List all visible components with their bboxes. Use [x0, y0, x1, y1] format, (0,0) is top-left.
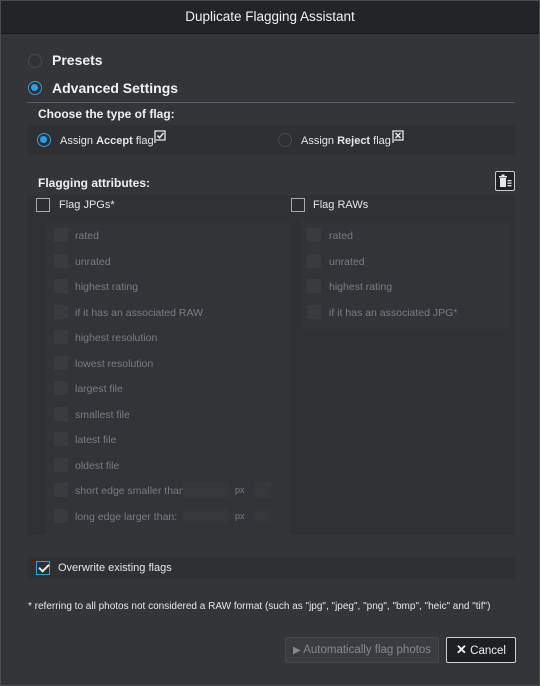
- jpg-options-column: rated unrated highest rating if it has a…: [47, 219, 289, 535]
- jpg-short-edge-label: short edge smaller than:: [75, 485, 188, 497]
- presets-label[interactable]: Presets: [52, 52, 103, 68]
- presets-radio[interactable]: [28, 54, 42, 68]
- jpg-unrated-checkbox[interactable]: [54, 254, 68, 268]
- jpg-associated-raw-checkbox[interactable]: [54, 305, 68, 319]
- accept-flag-label[interactable]: Assign Accept flag: [60, 135, 154, 147]
- advanced-settings-radio[interactable]: [28, 81, 42, 95]
- clear-attributes-button[interactable]: [495, 171, 515, 191]
- reject-flag-label[interactable]: Assign Reject flag: [301, 135, 391, 147]
- jpg-long-edge-label: long edge larger than:: [75, 511, 178, 523]
- flag-type-heading: Choose the type of flag:: [38, 107, 175, 121]
- jpg-oldest-file-checkbox[interactable]: [54, 458, 68, 472]
- reject-flag-icon: [392, 130, 404, 143]
- cancel-label: Cancel: [470, 645, 506, 657]
- raw-rated-checkbox[interactable]: [307, 228, 321, 242]
- play-icon: ▶: [292, 645, 301, 656]
- auto-flag-button[interactable]: ▶ Automatically flag photos: [285, 637, 439, 663]
- reject-flag-radio[interactable]: [278, 133, 292, 147]
- overwrite-row: Overwrite existing flags: [27, 557, 515, 579]
- accept-flag-radio[interactable]: [37, 133, 51, 147]
- jpg-smallest-file-checkbox[interactable]: [54, 407, 68, 421]
- raw-options-column: rated unrated highest rating if it has a…: [301, 219, 511, 329]
- short-edge-stepper[interactable]: [255, 482, 271, 498]
- short-edge-unit: px: [235, 485, 245, 495]
- trash-list-icon: [499, 174, 512, 187]
- jpg-lowest-resolution-label: lowest resolution: [75, 358, 154, 370]
- long-edge-unit: px: [235, 511, 245, 521]
- jpg-largest-file-label: largest file: [75, 383, 123, 395]
- jpg-latest-file-checkbox[interactable]: [54, 432, 68, 446]
- jpg-rated-checkbox[interactable]: [54, 228, 68, 242]
- long-edge-stepper[interactable]: [255, 508, 271, 524]
- accept-flag-icon: [154, 130, 166, 143]
- raw-associated-jpg-checkbox[interactable]: [307, 305, 321, 319]
- jpg-highest-rating-checkbox[interactable]: [54, 279, 68, 293]
- raw-highest-rating-label: highest rating: [329, 281, 393, 293]
- jpg-highest-rating-label: highest rating: [75, 281, 139, 293]
- flag-jpgs-label[interactable]: Flag JPGs*: [59, 199, 115, 211]
- raw-unrated-checkbox[interactable]: [307, 254, 321, 268]
- jpg-unrated-label: unrated: [75, 256, 111, 268]
- jpg-short-edge-checkbox[interactable]: [54, 483, 68, 497]
- flag-raws-label: Flag RAWs: [313, 199, 369, 211]
- jpg-oldest-file-label: oldest file: [75, 460, 120, 472]
- raw-unrated-label: unrated: [329, 256, 365, 268]
- flag-type-row: Assign Accept flag Assign Reject flag: [27, 125, 515, 155]
- overwrite-label[interactable]: Overwrite existing flags: [58, 562, 172, 574]
- raw-associated-jpg-label: if it has an associated JPG*: [329, 307, 458, 319]
- flag-jpgs-checkbox[interactable]: [36, 198, 50, 212]
- cancel-button[interactable]: ✕ Cancel: [446, 637, 516, 663]
- raw-rated-label: rated: [329, 230, 353, 242]
- close-icon: ✕: [456, 642, 467, 657]
- jpg-highest-resolution-checkbox[interactable]: [54, 330, 68, 344]
- overwrite-checkbox[interactable]: [36, 561, 50, 575]
- attributes-panel: Flag JPGs* rated unrated highest rating …: [27, 195, 515, 535]
- jpg-highest-resolution-label: highest resolution: [75, 332, 158, 344]
- flag-raws-checkbox[interactable]: [291, 198, 305, 212]
- jpg-long-edge-checkbox[interactable]: [54, 509, 68, 523]
- window-title: Duplicate Flagging Assistant: [1, 1, 539, 34]
- flagging-attributes-heading: Flagging attributes:: [38, 176, 150, 190]
- jpg-rated-label: rated: [75, 230, 99, 242]
- jpg-largest-file-checkbox[interactable]: [54, 381, 68, 395]
- jpg-smallest-file-label: smallest file: [75, 409, 130, 421]
- jpg-latest-file-label: latest file: [75, 434, 117, 446]
- dialog-window: Duplicate Flagging Assistant Presets Adv…: [0, 0, 540, 686]
- short-edge-input[interactable]: [183, 482, 229, 498]
- raw-highest-rating-checkbox[interactable]: [307, 279, 321, 293]
- jpg-associated-raw-label: if it has an associated RAW: [75, 307, 203, 319]
- auto-flag-label: Automatically flag photos: [303, 644, 432, 656]
- jpg-lowest-resolution-checkbox[interactable]: [54, 356, 68, 370]
- advanced-settings-label[interactable]: Advanced Settings: [52, 80, 178, 96]
- section-divider: [27, 102, 515, 103]
- footnote: * referring to all photos not considered…: [28, 601, 491, 612]
- long-edge-input[interactable]: [183, 508, 229, 524]
